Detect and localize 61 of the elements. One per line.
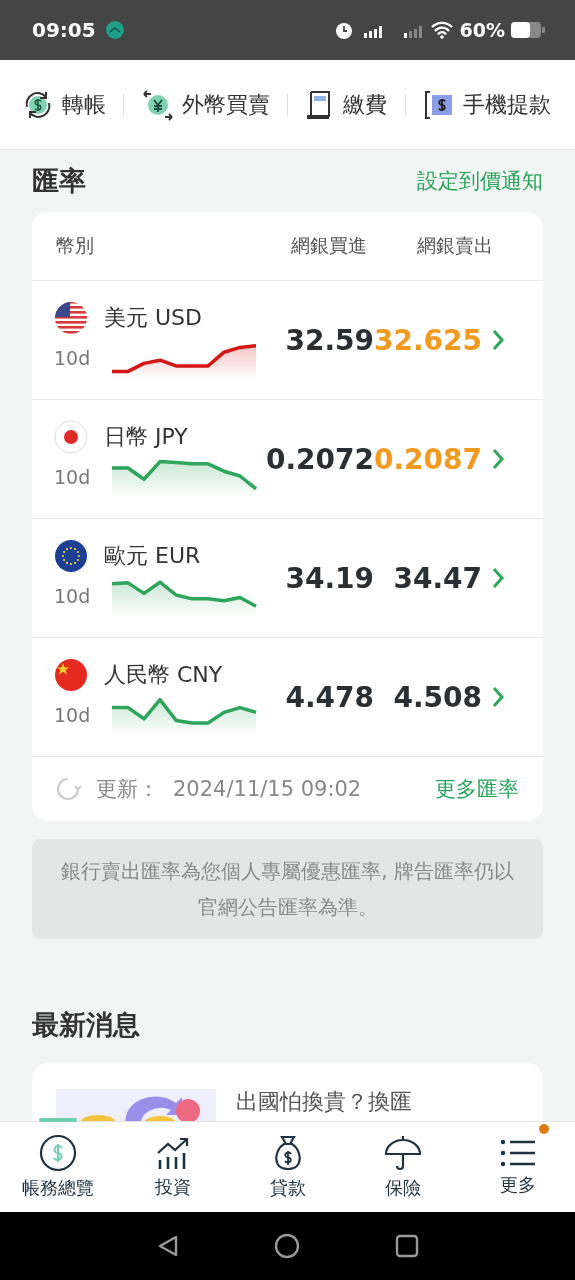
nav-tab[interactable]: 保險: [345, 1122, 460, 1212]
quick-link[interactable]: 外幣買賣: [141, 88, 270, 121]
currency-name: 日幣 JPY: [104, 423, 189, 451]
sell-rate: 34.47: [392, 561, 482, 595]
rate-row[interactable]: 日幣 JPY 10d 0.20720.2087: [32, 400, 543, 519]
battery-level: 60%: [459, 19, 505, 41]
period-label: 10d: [54, 585, 92, 607]
column-header: 網銀買進: [291, 233, 368, 258]
buy-rate: 0.2072: [264, 442, 374, 476]
period-label: 10d: [54, 704, 92, 726]
recents-icon[interactable]: [394, 1234, 419, 1258]
back-icon[interactable]: [156, 1234, 179, 1258]
news-card[interactable]: 出國怕換貴？換匯: [32, 1063, 543, 1121]
wifi-icon: [429, 21, 454, 39]
rate-row[interactable]: 人民幣 CNY 10d 4.478 4.508: [32, 638, 543, 757]
nav-tab[interactable]: 更多: [460, 1122, 575, 1212]
sell-rate: 32.625: [374, 323, 482, 357]
currency-name: 美元 USD: [104, 304, 203, 332]
battery-icon: [511, 21, 545, 39]
period-label: 10d: [54, 466, 92, 488]
rate-row[interactable]: 歐元 EUR 10d 34.19 34.47: [32, 519, 543, 638]
app-notification-icon: [105, 21, 124, 39]
news-headline: 出國怕換貴？換匯: [236, 1088, 412, 1116]
update-label: 更新：: [96, 776, 159, 803]
section-title: 最新消息: [32, 1008, 140, 1042]
home-icon[interactable]: [273, 1233, 300, 1259]
chevron-right-icon: [492, 448, 504, 470]
section-title: 匯率: [32, 164, 86, 198]
quick-link[interactable]: 繳費: [305, 88, 388, 121]
currency-name: 人民幣 CNY: [104, 661, 224, 689]
rate-row[interactable]: 美元 USD 10d 32.5932.625: [32, 281, 543, 400]
yen-exchange-icon: [141, 88, 174, 121]
chevron-right-icon: [492, 329, 504, 351]
status-time: 09:05: [32, 18, 96, 42]
nav-tab[interactable]: 投資: [115, 1122, 230, 1212]
quick-link[interactable]: 轉帳: [22, 88, 106, 121]
flag-icon: [54, 301, 88, 335]
phone-cash-icon: [422, 88, 455, 121]
update-time: 2024/11/15 09:02: [173, 777, 362, 801]
buy-rate: 34.19: [284, 561, 374, 595]
flag-icon: [54, 420, 88, 454]
rate-notice: 銀行賣出匯率為您個人專屬優惠匯率, 牌告匯率仍以官網公告匯率為準。: [32, 839, 543, 939]
chevron-right-icon: [492, 686, 504, 708]
period-label: 10d: [54, 347, 92, 369]
quick-link[interactable]: 手機提款: [422, 88, 551, 121]
flag-icon: [54, 539, 88, 573]
sell-rate: 4.508: [392, 680, 482, 714]
nav-tab[interactable]: 貸款: [230, 1122, 345, 1212]
sell-rate: 0.2087: [374, 442, 482, 476]
currency-name: 歐元 EUR: [104, 542, 202, 570]
chevron-right-icon: [492, 567, 504, 589]
umbrella-icon: [383, 1134, 422, 1172]
column-header: 幣別: [56, 233, 95, 258]
column-header: 網銀賣出: [416, 233, 494, 258]
menu-icon: [499, 1137, 536, 1169]
buy-rate: 4.478: [284, 680, 374, 714]
buy-rate: 32.59: [284, 323, 374, 357]
notification-dot: [539, 1124, 549, 1134]
alarm-icon: [333, 20, 354, 40]
flag-icon: [54, 658, 88, 692]
dollar-icon: [38, 1134, 77, 1172]
